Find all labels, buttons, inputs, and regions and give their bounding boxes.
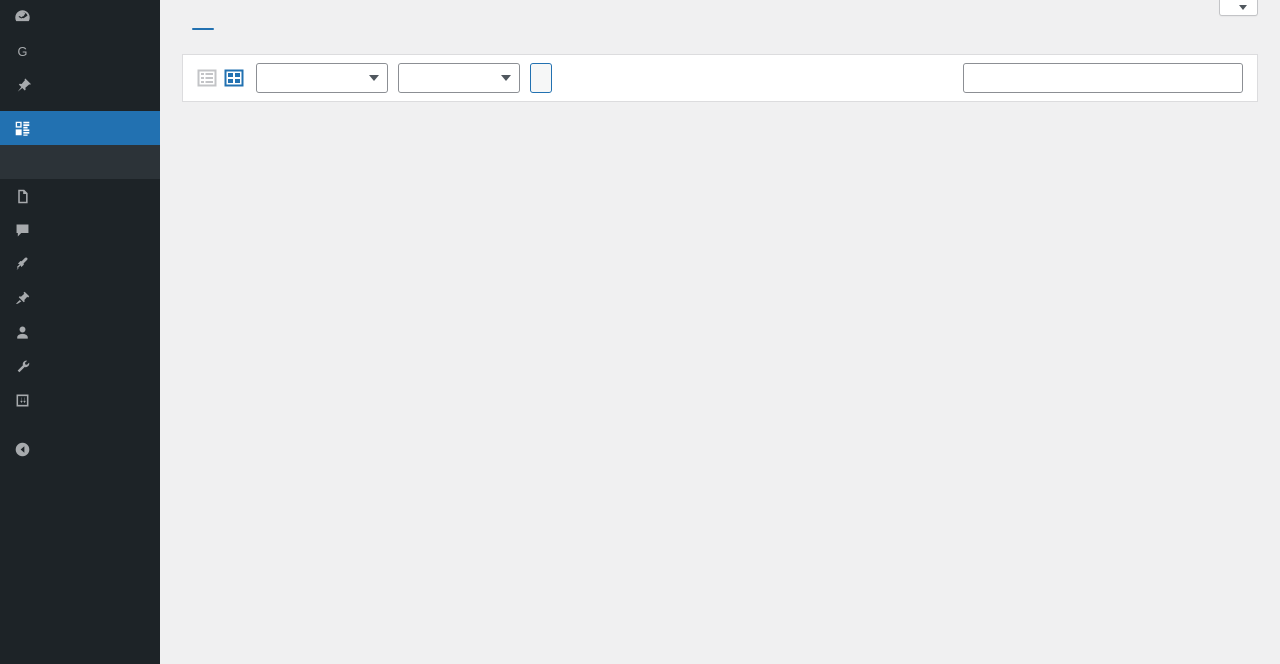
media-icon	[9, 120, 35, 137]
page-header	[182, 0, 1258, 42]
add-new-button[interactable]	[192, 28, 214, 30]
sidebar-item-dashboard[interactable]	[0, 0, 160, 34]
bulk-select-button[interactable]	[530, 63, 552, 93]
site-kit-icon: G	[9, 43, 35, 60]
sidebar-item-tools[interactable]	[0, 349, 160, 383]
sidebar-item-pages[interactable]	[0, 179, 160, 213]
collapse-icon	[9, 441, 35, 458]
sidebar-item-users[interactable]	[0, 315, 160, 349]
tools-icon	[9, 358, 35, 375]
dashboard-icon	[9, 9, 35, 26]
main-content	[160, 0, 1280, 664]
media-toolbar	[182, 54, 1258, 102]
menu-separator	[0, 102, 160, 111]
settings-icon	[9, 392, 35, 409]
pages-icon	[9, 188, 35, 205]
sidebar-submenu-media	[0, 145, 160, 179]
sidebar-item-appearance[interactable]	[0, 247, 160, 281]
view-switch	[197, 68, 244, 88]
appearance-icon	[9, 256, 35, 273]
sidebar-item-site-kit[interactable]: G	[0, 34, 160, 68]
search-area	[955, 63, 1243, 93]
media-library-wrap	[160, 0, 1280, 152]
svg-text:G: G	[17, 44, 27, 59]
list-view-icon[interactable]	[197, 68, 217, 88]
date-filter-select[interactable]	[398, 63, 520, 93]
help-tab-button[interactable]	[1219, 0, 1258, 16]
sidebar-item-media[interactable]	[0, 111, 168, 145]
chevron-down-icon	[369, 75, 379, 81]
sidebar-item-plugins[interactable]	[0, 281, 160, 315]
users-icon	[9, 324, 35, 341]
admin-sidebar: G	[0, 0, 168, 664]
sidebar-subitem-add-new[interactable]	[0, 161, 160, 171]
grid-view-icon[interactable]	[224, 68, 244, 88]
sidebar-item-posts[interactable]	[0, 68, 160, 102]
menu-separator	[0, 417, 160, 426]
plugins-icon	[9, 290, 35, 307]
pin-icon	[9, 77, 35, 94]
sidebar-item-comments[interactable]	[0, 213, 160, 247]
screen-meta-links	[1219, 0, 1258, 16]
sidebar-item-collapse-menu[interactable]	[0, 432, 160, 466]
comments-icon	[9, 222, 35, 239]
chevron-down-icon	[1239, 5, 1247, 10]
attachment-filter-select[interactable]	[256, 63, 388, 93]
sidebar-subitem-library[interactable]	[0, 151, 160, 161]
search-input[interactable]	[963, 63, 1243, 93]
media-count	[182, 118, 1258, 152]
sidebar-item-settings[interactable]	[0, 383, 160, 417]
chevron-down-icon	[501, 75, 511, 81]
